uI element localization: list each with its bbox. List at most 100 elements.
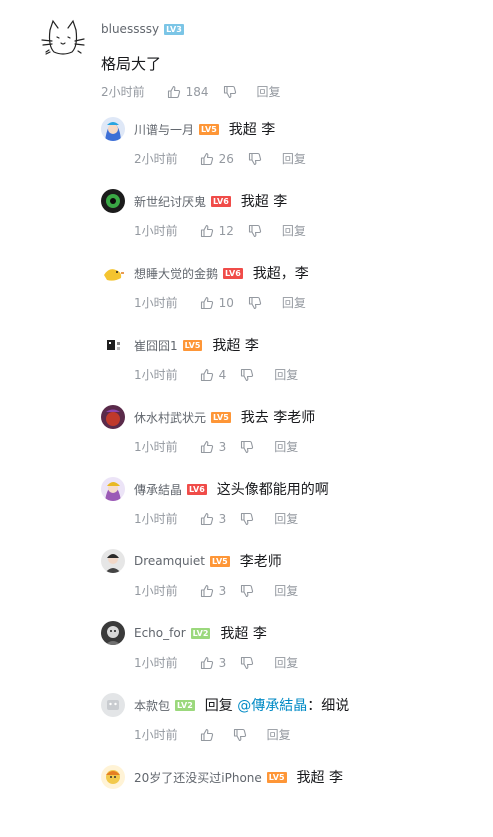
reply-text: 李老师 bbox=[239, 554, 282, 570]
reply-text: 我超 李 bbox=[212, 338, 259, 354]
reply-username[interactable]: 新世纪讨厌鬼 bbox=[134, 193, 206, 210]
reply-username[interactable]: 20岁了还没买过iPhone bbox=[134, 769, 262, 786]
main-comment-meta: 2小时前 184 回复 bbox=[101, 83, 281, 100]
comment-time: 1小时前 bbox=[134, 224, 178, 238]
reply-meta: 1小时前 4 回复 bbox=[134, 366, 298, 383]
thumbs-down-icon bbox=[241, 584, 254, 597]
dislike-button[interactable] bbox=[233, 728, 247, 742]
thumbs-up-icon bbox=[200, 296, 213, 309]
level-badge: LV5 bbox=[209, 555, 230, 567]
like-button[interactable]: 10 bbox=[200, 296, 234, 310]
like-button[interactable]: 4 bbox=[200, 368, 226, 382]
reply-username[interactable]: 休水村武状元 bbox=[134, 409, 206, 426]
reply-meta: 1小时前 3 回复 bbox=[134, 438, 298, 455]
dislike-button[interactable] bbox=[240, 656, 254, 670]
reply-button[interactable]: 回复 bbox=[274, 582, 298, 599]
dislike-button[interactable] bbox=[248, 152, 262, 166]
reply-meta: 1小时前 3 回复 bbox=[134, 582, 298, 599]
dislike-button[interactable] bbox=[240, 584, 254, 598]
level-badge: LV5 bbox=[182, 339, 203, 351]
like-button[interactable]: 3 bbox=[200, 583, 227, 598]
mention-link[interactable]: @傳承結晶 bbox=[237, 698, 307, 714]
dislike-button[interactable] bbox=[248, 296, 262, 310]
reply-username[interactable]: 川谱与一月 bbox=[134, 121, 194, 138]
avatar[interactable] bbox=[101, 477, 125, 501]
like-button[interactable]: 3 bbox=[200, 656, 226, 670]
dislike-button[interactable] bbox=[248, 224, 262, 238]
reply-button[interactable]: 回复 bbox=[282, 222, 306, 239]
reply-item: 崔囧囧1 LV5 我超 李 1小时前 4 回复 bbox=[101, 333, 481, 405]
avatar[interactable] bbox=[101, 117, 125, 141]
reply-item: 想睡大觉的金鹅 LV6 我超，李 1小时前 10 回复 bbox=[101, 261, 481, 333]
thumbs-down-icon bbox=[241, 512, 254, 525]
reply-username[interactable]: 本款包 bbox=[134, 697, 170, 714]
level-badge: LV2 bbox=[175, 699, 195, 711]
reply-meta: 1小时前 12 回复 bbox=[134, 222, 306, 239]
reply-meta: 1小时前 10 回复 bbox=[134, 294, 306, 311]
reply-item: 傳承結晶 LV6 这头像都能用的啊 1小时前 3 回复 bbox=[101, 477, 481, 549]
reply-button[interactable]: 回复 bbox=[274, 366, 298, 383]
thumbs-up-icon bbox=[200, 728, 213, 741]
reply-username[interactable]: 想睡大觉的金鹅 bbox=[134, 265, 218, 282]
reply-button[interactable]: 回复 bbox=[282, 150, 306, 167]
avatar[interactable] bbox=[101, 765, 125, 789]
reply-text: 回复 @傳承結晶：细说 bbox=[205, 695, 349, 715]
reply-button[interactable]: 回复 bbox=[267, 726, 291, 743]
like-button[interactable]: 184 bbox=[167, 85, 209, 99]
avatar[interactable] bbox=[101, 261, 125, 285]
avatar[interactable] bbox=[101, 189, 125, 213]
like-button[interactable]: 26 bbox=[200, 152, 234, 166]
reply-text: 我超 李 bbox=[220, 626, 267, 642]
thumbs-down-icon bbox=[241, 656, 254, 669]
like-count: 184 bbox=[185, 84, 209, 99]
reply-item: 川谱与一月 LV5 我超 李 2小时前 26 回复 bbox=[101, 117, 481, 189]
like-count: 3 bbox=[218, 583, 227, 598]
avatar[interactable] bbox=[101, 333, 125, 357]
reply-button[interactable]: 回复 bbox=[274, 510, 298, 527]
reply-username[interactable]: Echo_for bbox=[134, 626, 186, 640]
reply-button[interactable]: 回复 bbox=[257, 83, 281, 100]
reply-item: 本款包 LV2 回复 @傳承結晶：细说 1小时前 回复 bbox=[101, 693, 481, 765]
reply-prefix: 回复 bbox=[204, 698, 233, 714]
level-badge: LV2 bbox=[190, 627, 211, 639]
comment-time: 1小时前 bbox=[134, 728, 178, 742]
like-count: 3 bbox=[218, 439, 227, 454]
main-comment-text: 格局大了 bbox=[101, 55, 162, 73]
main-username[interactable]: bluessssy bbox=[101, 22, 159, 36]
dislike-button[interactable] bbox=[240, 440, 254, 454]
thumbs-up-icon bbox=[200, 152, 213, 165]
thumbs-down-icon bbox=[233, 728, 246, 741]
comment-time: 1小时前 bbox=[134, 512, 178, 526]
dislike-button[interactable] bbox=[240, 512, 254, 526]
avatar[interactable] bbox=[101, 693, 125, 717]
avatar[interactable] bbox=[101, 405, 125, 429]
like-button[interactable]: 12 bbox=[200, 224, 234, 238]
reply-button[interactable]: 回复 bbox=[274, 654, 298, 671]
thumbs-up-icon bbox=[200, 584, 213, 597]
level-badge: LV5 bbox=[266, 771, 287, 783]
like-count: 12 bbox=[218, 223, 234, 238]
thumbs-up-icon bbox=[200, 224, 213, 237]
dislike-button[interactable] bbox=[223, 85, 237, 99]
avatar[interactable] bbox=[101, 549, 125, 573]
reply-item: 20岁了还没买过iPhone LV5 我超 李 bbox=[101, 765, 481, 837]
thumbs-up-icon bbox=[167, 85, 180, 98]
like-button[interactable] bbox=[200, 728, 219, 742]
reply-username[interactable]: 傳承結晶 bbox=[134, 481, 182, 498]
like-button[interactable]: 3 bbox=[200, 439, 227, 454]
avatar[interactable] bbox=[101, 621, 125, 645]
reply-username[interactable]: 崔囧囧1 bbox=[134, 337, 178, 354]
reply-button[interactable]: 回复 bbox=[282, 294, 306, 311]
thumbs-up-icon bbox=[200, 656, 213, 669]
reply-username[interactable]: Dreamquiet bbox=[134, 554, 205, 568]
level-badge: LV6 bbox=[211, 195, 231, 207]
comment-time: 1小时前 bbox=[134, 368, 178, 382]
reply-item: 新世纪讨厌鬼 LV6 我超 李 1小时前 12 回复 bbox=[101, 189, 481, 261]
user-avatar-cat-icon[interactable] bbox=[40, 16, 86, 62]
reply-item: Echo_for LV2 我超 李 1小时前 3 回复 bbox=[101, 621, 481, 693]
comment-time: 1小时前 bbox=[134, 440, 178, 454]
reply-button[interactable]: 回复 bbox=[274, 438, 298, 455]
like-button[interactable]: 3 bbox=[200, 512, 226, 526]
reply-text: 这头像都能用的啊 bbox=[216, 482, 329, 498]
dislike-button[interactable] bbox=[240, 368, 254, 382]
